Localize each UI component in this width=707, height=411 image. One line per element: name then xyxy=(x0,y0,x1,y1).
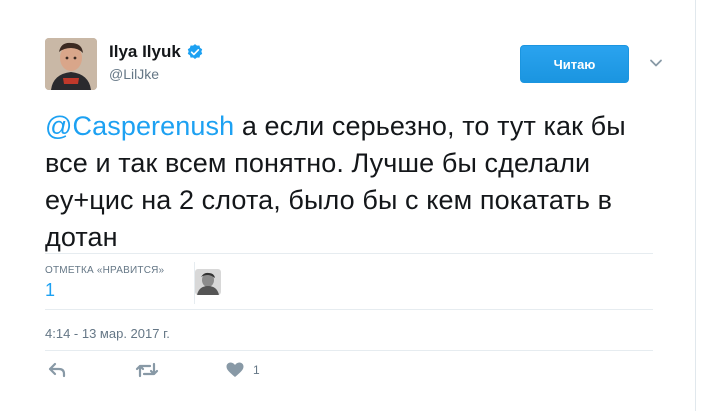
tweet-card: Ilya Ilyuk @LilJke Читаю @Casperenush а … xyxy=(0,0,696,411)
author-username[interactable]: @LilJke xyxy=(109,66,204,82)
likes-stat[interactable]: ОТМЕТКА «НРАВИТСЯ» 1 xyxy=(45,265,164,301)
name-block: Ilya Ilyuk @LilJke xyxy=(109,42,204,82)
mention-link[interactable]: @Casperenush xyxy=(45,111,234,141)
like-count: 1 xyxy=(253,363,260,377)
like-button[interactable]: 1 xyxy=(225,360,260,380)
verified-badge-icon xyxy=(186,43,204,61)
retweet-icon xyxy=(135,360,159,380)
reply-button[interactable] xyxy=(47,360,67,380)
following-button[interactable]: Читаю xyxy=(520,45,629,83)
divider xyxy=(45,309,653,310)
retweet-button[interactable] xyxy=(135,360,159,380)
avatar[interactable] xyxy=(45,38,97,90)
reply-icon xyxy=(47,360,67,380)
tweet-timestamp[interactable]: 4:14 - 13 мар. 2017 г. xyxy=(45,326,170,341)
likes-count: 1 xyxy=(45,280,56,300)
likes-label: ОТМЕТКА «НРАВИТСЯ» xyxy=(45,265,165,276)
divider xyxy=(45,350,653,351)
liker-avatar[interactable] xyxy=(195,269,221,295)
tweet-actions: 1 xyxy=(45,360,345,384)
chevron-down-icon[interactable] xyxy=(647,54,665,72)
heart-icon xyxy=(225,360,245,380)
author-fullname[interactable]: Ilya Ilyuk xyxy=(109,42,181,62)
tweet-header: Ilya Ilyuk @LilJke Читаю xyxy=(45,38,685,94)
tweet-stats: ОТМЕТКА «НРАВИТСЯ» 1 xyxy=(45,254,653,309)
tweet-text: @Casperenush а если серьезно, то тут как… xyxy=(45,108,655,256)
